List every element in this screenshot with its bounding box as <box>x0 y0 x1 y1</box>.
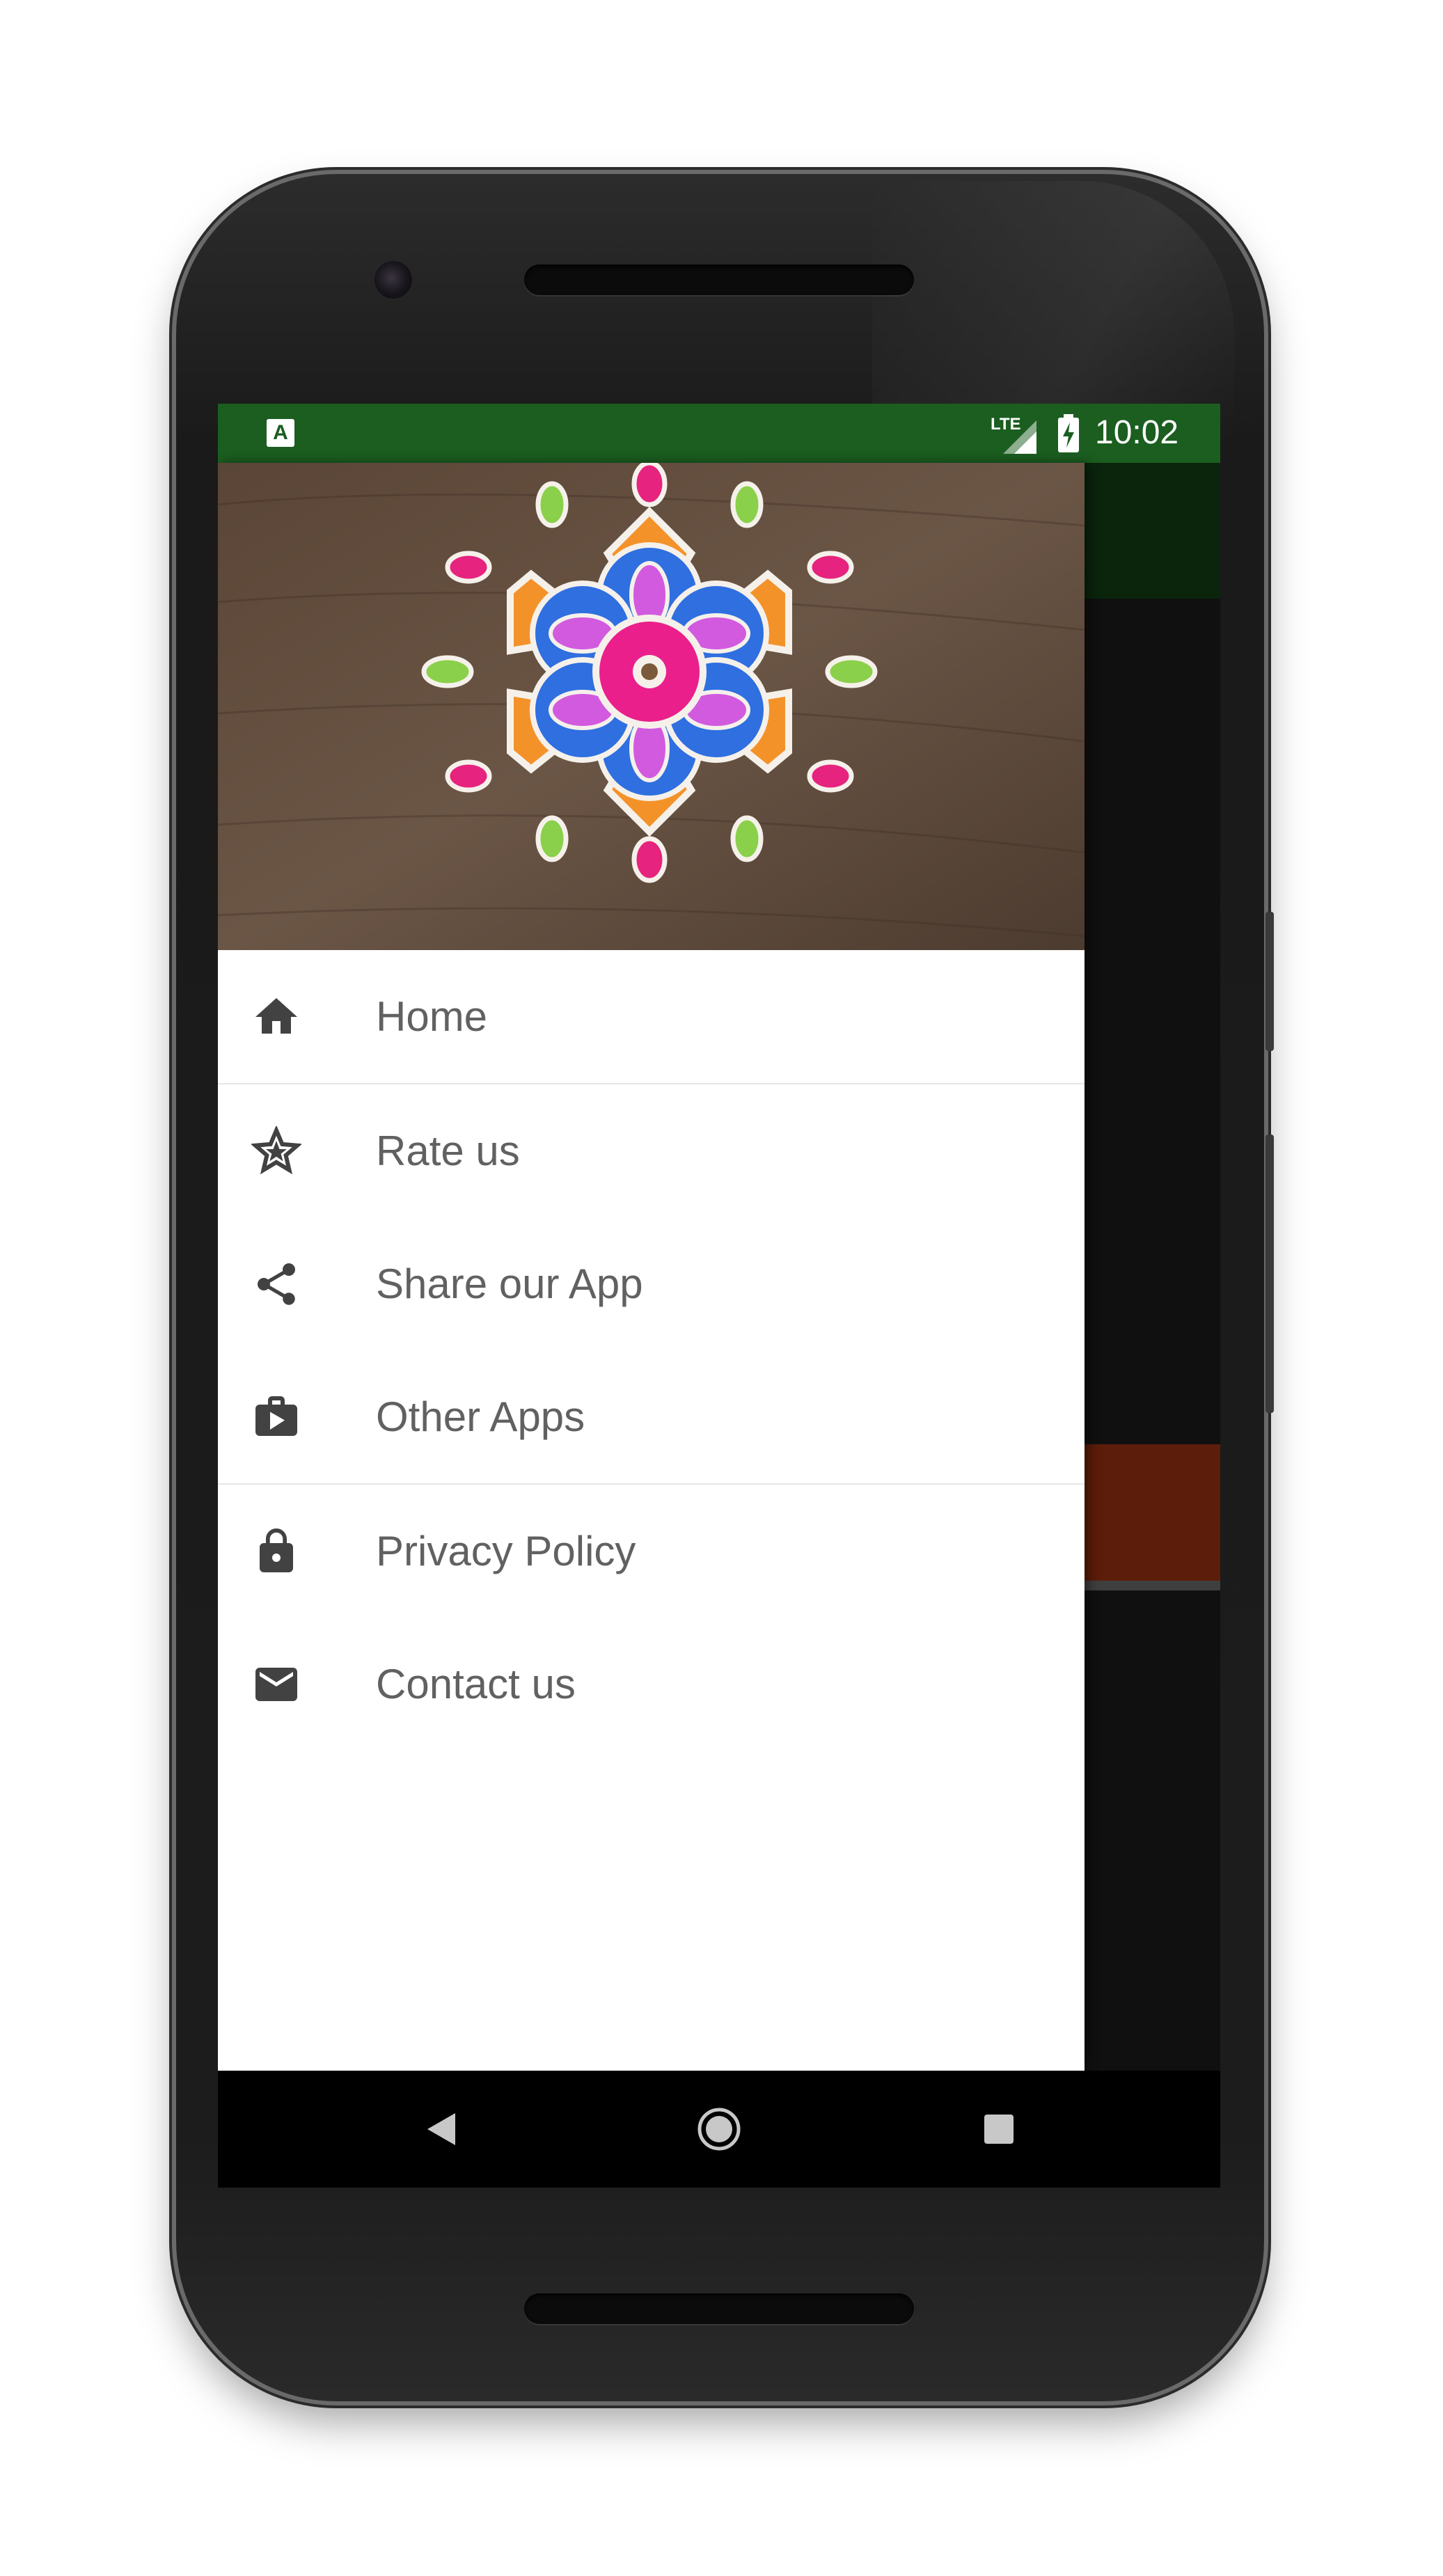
recents-icon[interactable] <box>983 2113 1015 2145</box>
menu-item-home[interactable]: Home <box>218 950 1085 1083</box>
bottom-speaker <box>524 2293 914 2324</box>
menu-item-other-apps[interactable]: Other Apps <box>218 1350 1085 1483</box>
star-icon <box>251 1125 301 1174</box>
power-button <box>1265 912 1274 1051</box>
app-notification-icon: A <box>267 419 294 447</box>
store-bag-icon <box>255 1396 297 1436</box>
menu-item-share[interactable]: Share our App <box>218 1217 1085 1350</box>
drawer-menu: Home Rate us Share our App Other Apps Pr… <box>218 950 1085 1751</box>
battery-charging-icon <box>1058 414 1079 452</box>
home-icon <box>255 997 297 1034</box>
share-icon <box>258 1263 295 1305</box>
navigation-drawer: Home Rate us Share our App Other Apps Pr… <box>218 463 1085 2071</box>
front-camera <box>374 261 412 299</box>
screen: A LTE 10:02 Home Rate us Share our App O… <box>218 404 1220 2188</box>
system-navigation-bar <box>218 2071 1220 2188</box>
rangoli-image <box>218 463 1085 950</box>
back-icon[interactable] <box>423 2110 458 2148</box>
signal-icon <box>1003 420 1036 454</box>
menu-item-label: Privacy Policy <box>376 1528 636 1574</box>
volume-button <box>1265 1135 1274 1413</box>
status-time: 10:02 <box>1095 414 1179 451</box>
menu-item-label: Home <box>376 993 488 1040</box>
home-circle-icon[interactable] <box>697 2107 741 2151</box>
lock-icon <box>260 1528 293 1572</box>
menu-item-contact-us[interactable]: Contact us <box>218 1618 1085 1751</box>
drawer-header-image <box>218 463 1085 950</box>
status-bar: A LTE 10:02 <box>218 404 1220 463</box>
top-speaker <box>524 264 914 295</box>
menu-item-label: Share our App <box>376 1261 643 1307</box>
menu-item-privacy-policy[interactable]: Privacy Policy <box>218 1485 1085 1618</box>
menu-item-label: Rate us <box>376 1128 520 1174</box>
menu-item-rate-us[interactable]: Rate us <box>218 1084 1085 1217</box>
menu-item-label: Contact us <box>376 1661 576 1707</box>
menu-item-label: Other Apps <box>376 1393 585 1440</box>
mail-icon <box>255 1667 297 1701</box>
